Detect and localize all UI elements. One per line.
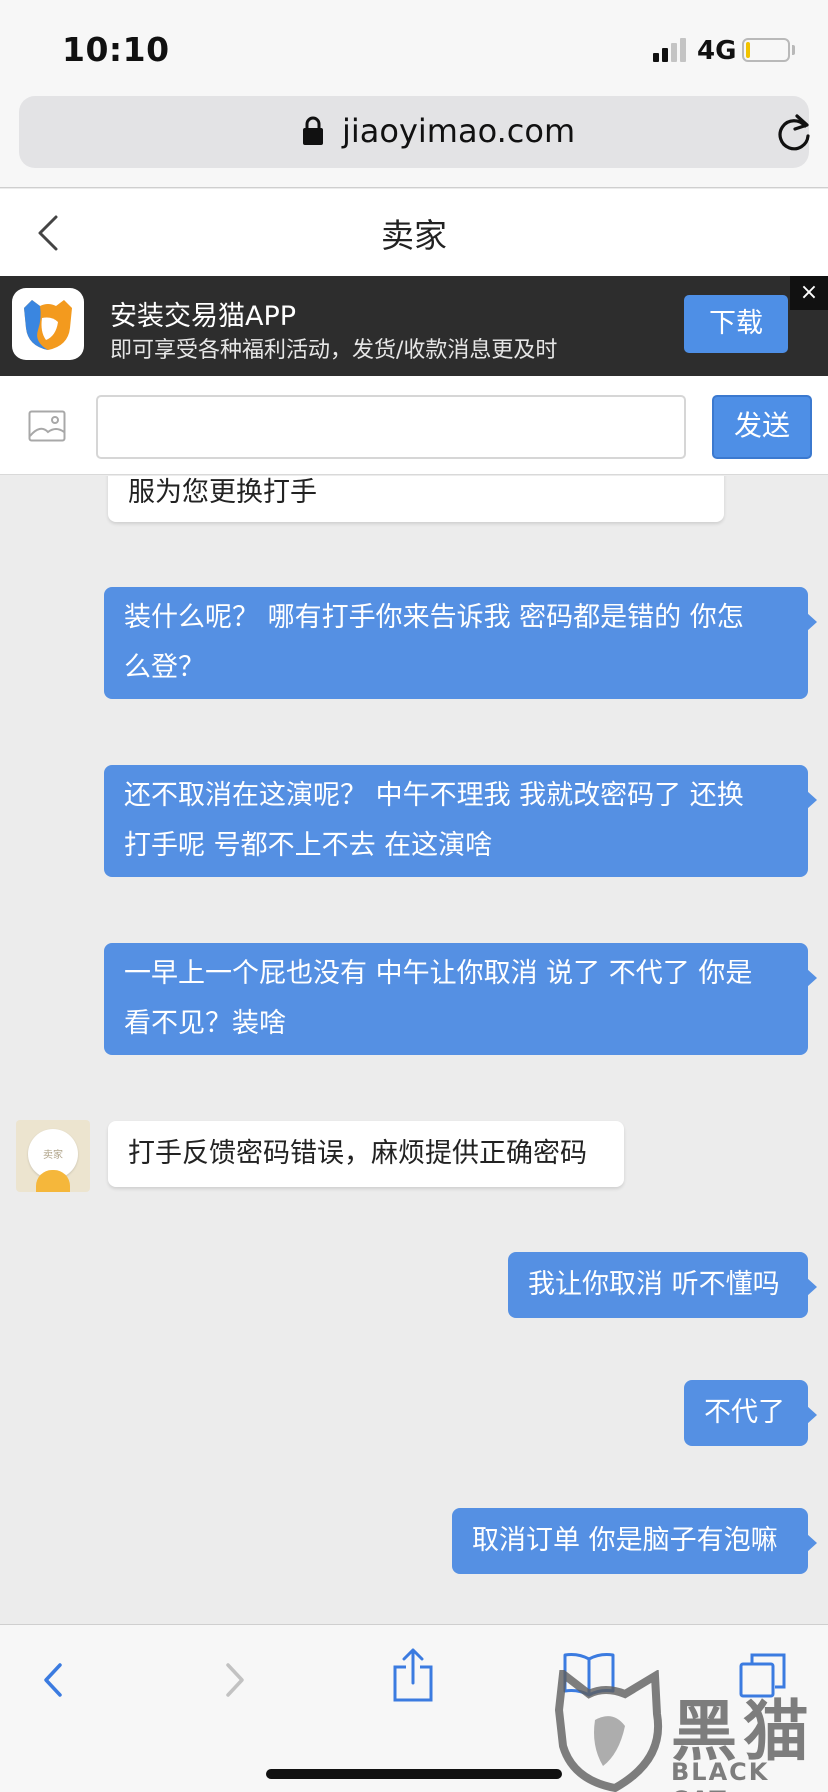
url-text: jiaoyimao.com [342, 112, 576, 150]
message-text: 打手反馈密码错误，麻烦提供正确密码 [128, 1138, 587, 1169]
message-bubble-me: 我让你取消 听不懂吗 [508, 1252, 817, 1318]
message-bubble-me: 不代了 [684, 1380, 817, 1446]
black-cat-logo-icon [554, 1666, 663, 1792]
browser-address-area: jiaoyimao.com [0, 96, 828, 188]
watermark-text: BLACK CAT [671, 1758, 770, 1792]
message-text: 服为您更换打手 [128, 477, 317, 508]
message-line: 看不见？装啥 [124, 1008, 286, 1039]
message-line: 还不取消在这演呢？ 中午不理我 我就改密码了 还换 [124, 780, 744, 811]
message-bubble-seller: 服为您更换打手 [108, 476, 724, 522]
battery-tip [792, 45, 795, 55]
message-line: 一早上一个屁也没有 中午让你取消 说了 不代了 你是 [124, 958, 753, 989]
black-cat-watermark: 黑猫 BLACK CAT [554, 1666, 828, 1792]
network-type: 4G [697, 36, 737, 66]
send-button[interactable]: 发送 [712, 395, 812, 459]
banner-title: 安装交易猫APP [110, 301, 297, 332]
message-line: 装什么呢？ 哪有打手你来告诉我 密码都是错的 你怎 [124, 602, 744, 633]
message-line: 打手呢 号都不上不去 在这演啥 [124, 830, 493, 861]
download-button[interactable]: 下载 [684, 295, 788, 353]
message-bubble-me: 一早上一个屁也没有 中午让你取消 说了 不代了 你是 看不见？装啥 [104, 943, 817, 1055]
cellular-signal-icon [653, 38, 689, 62]
app-install-banner: 安装交易猫APP 即可享受各种福利活动，发货/收款消息更及时 下载 × [0, 276, 828, 376]
image-icon[interactable] [28, 410, 66, 442]
share-icon[interactable] [392, 1647, 434, 1703]
home-indicator [266, 1769, 562, 1779]
message-composer: 发送 [0, 376, 828, 475]
message-input[interactable] [96, 395, 686, 459]
lock-icon [303, 116, 323, 145]
message-bubble-me: 取消订单 你是脑子有泡嘛 [452, 1508, 817, 1574]
page-title: 卖家 [381, 216, 447, 255]
message-bubble-me: 还不取消在这演呢？ 中午不理我 我就改密码了 还换 打手呢 号都不上不去 在这演… [104, 765, 817, 877]
banner-subtitle: 即可享受各种福利活动，发货/收款消息更及时 [110, 338, 558, 363]
browser-back-icon[interactable] [38, 1655, 68, 1705]
message-bubble-me: 装什么呢？ 哪有打手你来告诉我 密码都是错的 你怎 么登？ [104, 587, 817, 699]
address-bar[interactable]: jiaoyimao.com [19, 96, 810, 168]
avatar-label: 卖家 [43, 1150, 63, 1161]
cat-logo-icon [24, 300, 72, 350]
app-logo [12, 288, 84, 360]
message-bubble-seller: 打手反馈密码错误，麻烦提供正确密码 [108, 1121, 624, 1187]
page-header: 卖家 [0, 189, 828, 276]
close-banner-button[interactable]: × [790, 276, 828, 310]
reload-icon[interactable] [775, 112, 813, 152]
browser-forward-icon[interactable] [220, 1655, 250, 1705]
message-text: 取消订单 你是脑子有泡嘛 [472, 1525, 778, 1556]
status-bar: 10:10 4G [0, 0, 828, 96]
message-text: 我让你取消 听不懂吗 [528, 1269, 780, 1300]
message-line: 么登？ [124, 652, 205, 683]
status-time: 10:10 [62, 30, 170, 69]
battery-icon [742, 38, 790, 62]
chat-messages: 服为您更换打手 装什么呢？ 哪有打手你来告诉我 密码都是错的 你怎 么登？ 还不… [0, 476, 828, 1624]
message-text: 不代了 [704, 1397, 785, 1428]
seller-avatar[interactable]: 卖家 [16, 1120, 90, 1192]
